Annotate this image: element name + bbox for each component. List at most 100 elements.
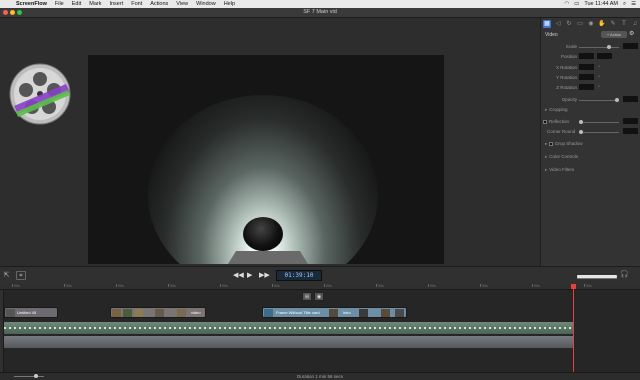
clip-frame-without-title[interactable]: Frame Without Title card intro: [262, 307, 407, 318]
inspector-tabs: ▦ ◁ ↻ ▭ ◉ ✋ ✎ T ♫: [543, 20, 639, 28]
add-action-button[interactable]: + Action: [601, 31, 627, 38]
reflection-toggle[interactable]: Reflection: [543, 119, 569, 124]
text-icon[interactable]: T: [620, 20, 628, 28]
menu-view[interactable]: View: [172, 1, 192, 7]
corner-round-knob[interactable]: [579, 130, 583, 134]
scale-slider[interactable]: [579, 47, 619, 48]
section-label: Drop Shadow: [555, 141, 583, 146]
scale-knob[interactable]: [607, 45, 611, 49]
menu-edit[interactable]: Edit: [68, 1, 85, 7]
ruler-tick-label: 00s: [326, 284, 332, 288]
video-motion-icon[interactable]: ↻: [565, 20, 573, 28]
opacity-slider[interactable]: [579, 100, 619, 101]
y-rotation-field[interactable]: [579, 74, 594, 80]
section-color-controls[interactable]: ▸ Color Controls: [545, 154, 578, 160]
pointer-tool-icon[interactable]: ⇱: [2, 271, 11, 280]
opacity-value[interactable]: [623, 96, 638, 102]
timeline-ruler[interactable]: 00s 00s 00s 00s 00s 00s 00s 00s 00s 00s 00s 00s: [0, 284, 640, 290]
menu-mark[interactable]: Mark: [85, 1, 105, 7]
ruler-tick: [220, 284, 221, 287]
disclosure-triangle-icon: ▸: [545, 107, 548, 112]
prop-opacity: Opacity: [541, 96, 640, 104]
video-properties-icon[interactable]: ▦: [543, 20, 551, 28]
clip-untitled[interactable]: Untitled 45: [4, 307, 58, 318]
reflection-value[interactable]: [623, 118, 638, 124]
snap-button[interactable]: ⊞: [302, 292, 312, 301]
scale-value[interactable]: [623, 43, 638, 49]
clip-video[interactable]: video: [110, 307, 206, 318]
menu-app[interactable]: ScreenFlow: [12, 1, 51, 7]
reflection-knob[interactable]: [579, 120, 583, 124]
ruler-tick: [12, 284, 13, 287]
window-title: SF 7 Main vid: [303, 9, 337, 15]
rewind-button[interactable]: ◀◀: [233, 271, 244, 280]
gear-icon[interactable]: ⚙: [629, 30, 634, 37]
audio-track-clip-2[interactable]: [4, 336, 574, 348]
video-preview[interactable]: [88, 55, 444, 264]
menu-clock[interactable]: Tue 11:44 AM: [584, 1, 618, 7]
playhead-handle[interactable]: [571, 284, 576, 289]
menu-actions[interactable]: Actions: [146, 1, 172, 7]
disclosure-triangle-icon: ▸: [545, 141, 548, 146]
position-y-field[interactable]: [597, 53, 612, 59]
rotation-dial-icon[interactable]: ◔: [597, 64, 600, 70]
clip-thumbnail: [177, 309, 186, 317]
media-library-icon[interactable]: ♫: [631, 20, 639, 28]
ruler-tick: [168, 284, 169, 287]
menu-insert[interactable]: Insert: [105, 1, 127, 7]
reflection-checkbox[interactable]: [543, 119, 547, 124]
section-cropping[interactable]: ▸ Cropping: [545, 107, 568, 113]
prop-corner-round: Corner Round: [541, 128, 640, 136]
wifi-icon[interactable]: ◠: [564, 1, 569, 7]
drop-shadow-checkbox[interactable]: [549, 141, 554, 146]
clip-thumbnail: [264, 309, 273, 317]
rotation-dial-icon[interactable]: ◔: [597, 74, 600, 80]
screen-recording-icon[interactable]: ▭: [576, 20, 584, 28]
opacity-knob[interactable]: [615, 98, 619, 102]
notification-center-icon[interactable]: ☰: [631, 1, 636, 7]
canvas-area[interactable]: [0, 18, 540, 266]
section-drop-shadow[interactable]: ▸ Drop Shadow: [545, 141, 583, 147]
audio-properties-icon[interactable]: ◁: [554, 20, 562, 28]
ruler-tick: [428, 284, 429, 287]
search-icon[interactable]: ⌕: [623, 1, 626, 8]
prop-label: Scale: [565, 44, 577, 49]
annotation-icon[interactable]: ✎: [609, 20, 617, 28]
playhead[interactable]: [571, 284, 576, 380]
position-x-field[interactable]: [579, 53, 594, 59]
audio-mix-button[interactable]: ◉: [314, 292, 324, 301]
ruler-tick-label: 00s: [586, 284, 592, 288]
clip-thumbnail: [155, 309, 164, 317]
duration-label: Duration 1 min 56 secs: [296, 374, 344, 379]
headphones-icon[interactable]: 🎧: [620, 270, 629, 278]
crop-tool-icon[interactable]: ⌗: [16, 271, 26, 280]
z-rotation-field[interactable]: [579, 84, 594, 90]
section-video-filters[interactable]: ▸ Video Filters: [545, 167, 574, 173]
prop-label: Opacity: [561, 97, 577, 102]
callout-icon[interactable]: ◉: [587, 20, 595, 28]
menu-font[interactable]: Font: [127, 1, 146, 7]
ruler-tick-label: 00s: [118, 284, 124, 288]
clip-thumbnail: [329, 309, 338, 317]
x-rotation-field[interactable]: [579, 64, 594, 70]
play-button[interactable]: ▶: [247, 271, 252, 280]
inspector-panel: ▦ ◁ ↻ ▭ ◉ ✋ ✎ T ♫ Video + Action ⚙ Scale…: [540, 18, 640, 266]
ruler-tick: [376, 284, 377, 287]
timecode-display[interactable]: 01:39:10: [276, 270, 322, 281]
touch-callout-icon[interactable]: ✋: [598, 20, 606, 28]
reflection-slider[interactable]: [579, 122, 619, 123]
menu-file[interactable]: File: [51, 1, 68, 7]
audio-track-clip[interactable]: [4, 322, 574, 334]
menu-window[interactable]: Window: [192, 1, 220, 7]
menu-help[interactable]: Help: [220, 1, 239, 7]
corner-round-value[interactable]: [623, 128, 638, 134]
corner-round-slider[interactable]: [579, 132, 619, 133]
ruler-tick: [116, 284, 117, 287]
audio-waveform: [4, 327, 574, 329]
section-label: Cropping: [549, 107, 568, 112]
fast-forward-button[interactable]: ▶▶: [259, 271, 270, 280]
rotation-dial-icon[interactable]: ◔: [597, 84, 600, 90]
ruler-tick: [272, 284, 273, 287]
battery-icon[interactable]: ▭: [574, 1, 579, 7]
ruler-tick-label: 00s: [170, 284, 176, 288]
